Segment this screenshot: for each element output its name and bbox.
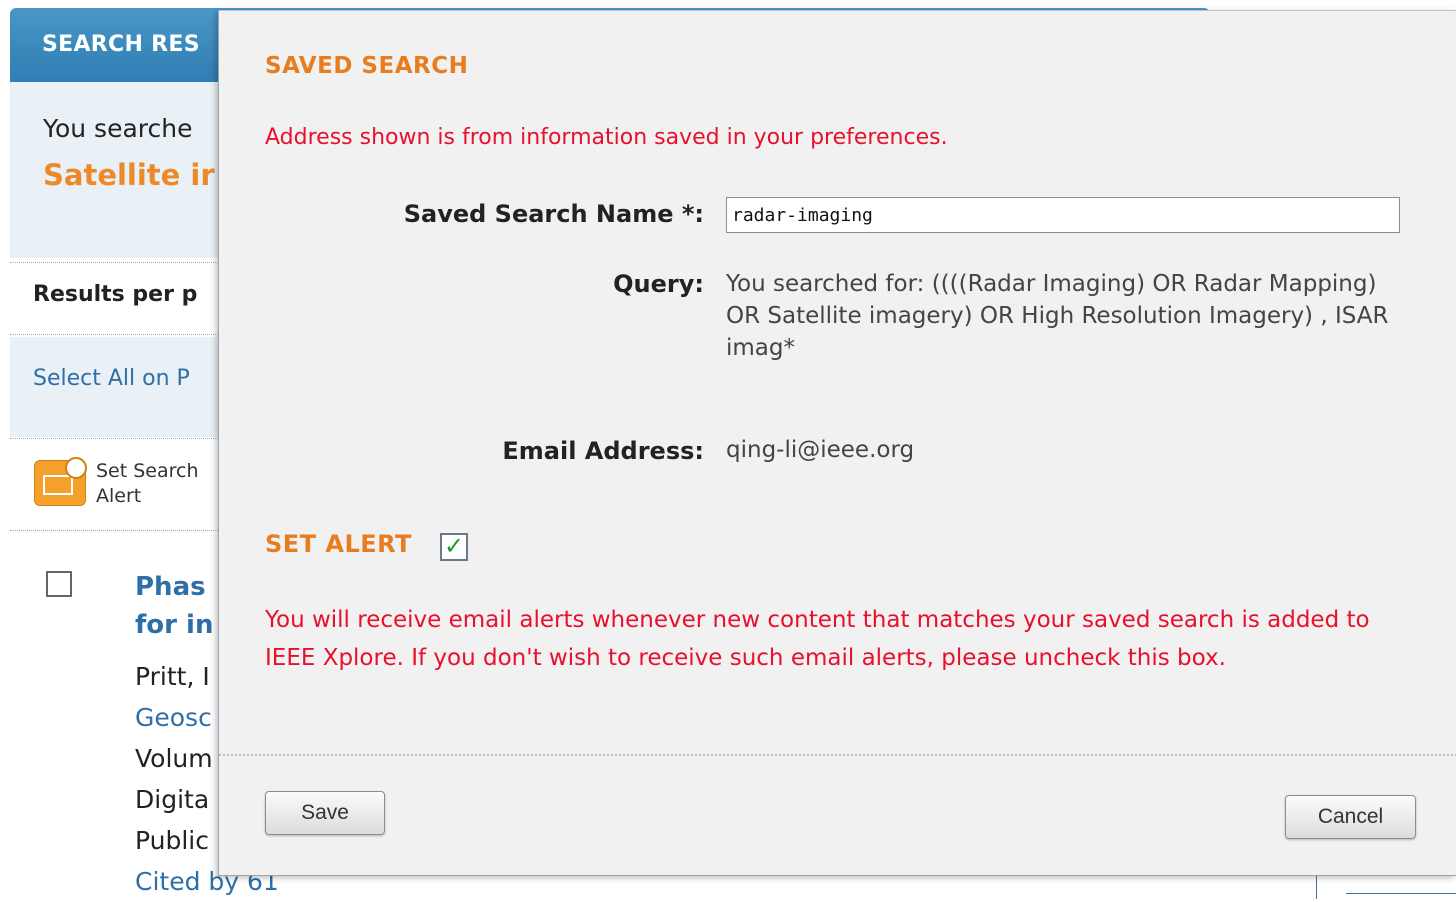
dialog-title: SAVED SEARCH	[265, 53, 469, 79]
set-alert-label: SET ALERT	[265, 530, 412, 558]
alert-description: You will receive email alerts whenever n…	[265, 607, 1370, 671]
select-all-link[interactable]: Select All on P	[33, 366, 190, 391]
email-alert-icon[interactable]	[34, 457, 87, 506]
cancel-button[interactable]: Cancel	[1285, 795, 1416, 839]
save-button[interactable]: Save	[265, 791, 385, 835]
divider	[10, 530, 220, 531]
set-alert-checkbox[interactable]: ✓	[440, 533, 468, 561]
divider	[10, 438, 220, 439]
preferences-note: Address shown is from information saved …	[265, 125, 948, 150]
results-per-page-label: Results per p	[33, 282, 198, 307]
query-label: Query:	[613, 270, 704, 298]
envelope-icon	[43, 475, 73, 495]
saved-search-name-label: Saved Search Name *:	[403, 200, 704, 228]
background-border	[1346, 893, 1456, 894]
email-address-value: qing-li@ieee.org	[726, 437, 915, 463]
search-results-title: SEARCH RES	[42, 32, 200, 57]
clock-icon	[65, 457, 87, 479]
result-checkbox[interactable]	[46, 571, 72, 597]
divider	[10, 334, 220, 335]
query-value: You searched for: ((((Radar Imaging) OR …	[726, 271, 1389, 361]
saved-search-name-input[interactable]	[726, 197, 1400, 233]
you-searched-text: You searche	[43, 114, 193, 143]
set-search-alert-link[interactable]: Set Search Alert	[96, 459, 226, 509]
email-address-label: Email Address:	[502, 437, 704, 465]
background-border	[1316, 876, 1317, 899]
query-title-link[interactable]: Satellite ir	[43, 158, 215, 192]
divider	[10, 262, 220, 263]
saved-search-dialog: SAVED SEARCH Address shown is from infor…	[218, 10, 1456, 876]
checkmark-icon: ✓	[443, 532, 465, 560]
dialog-divider	[219, 754, 1456, 756]
